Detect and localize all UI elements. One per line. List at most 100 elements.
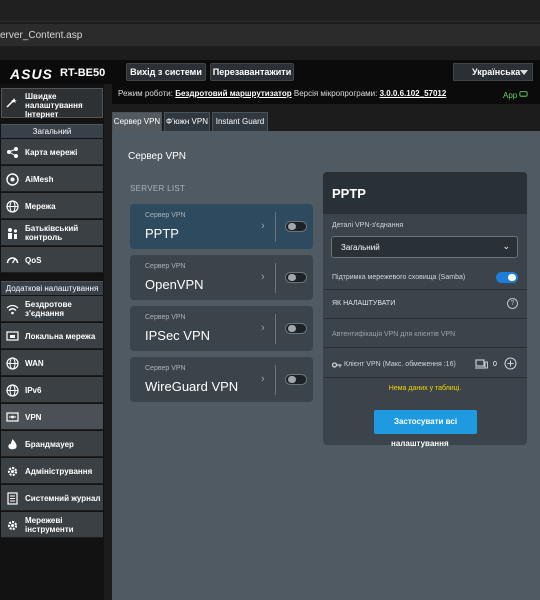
sidebar-item-aimesh[interactable]: AiMesh: [1, 166, 103, 192]
family-icon: [8, 228, 18, 239]
log-icon: [7, 492, 18, 505]
server-item-ipsec[interactable]: Сервер VPN IPSec VPN ›: [130, 306, 313, 351]
sidebar: Швидке налаштування Інтернет Загальний К…: [0, 84, 104, 600]
samba-label: Підтримка мережевого сховища (Samba): [332, 274, 466, 281]
wifi-icon: [6, 304, 19, 315]
sidebar-item-wan[interactable]: WAN: [1, 350, 103, 376]
server-toggle-ipsec[interactable]: [285, 323, 307, 334]
server-name: IPSec VPN: [145, 328, 211, 343]
browser-tab-strip: [0, 0, 540, 22]
lan-icon: [6, 331, 19, 341]
server-name: WireGuard VPN: [145, 379, 239, 394]
gauge-icon: [6, 257, 19, 264]
wan-globe-icon: [6, 357, 19, 370]
clients-label: Клієнт VPN (Макс. обмеження :16): [344, 361, 456, 368]
server-list-header: SERVER LIST: [130, 184, 186, 193]
server-item-openvpn[interactable]: Сервер VPN OpenVPN ›: [130, 255, 313, 300]
server-type-label: Сервер VPN: [145, 365, 186, 372]
conn-details-value: Загальний: [341, 243, 380, 252]
divider: [323, 289, 527, 290]
devices-icon: [475, 359, 488, 369]
server-item-pptp[interactable]: Сервер VPN PPTP ›: [130, 204, 313, 249]
clients-count: 0: [493, 361, 497, 368]
server-toggle-wireguard[interactable]: [285, 374, 307, 385]
sidebar-item-administration[interactable]: Адміністрування: [1, 458, 103, 484]
sidebar-item-firewall[interactable]: Брандмауер: [1, 431, 103, 457]
sidebar-item-network-tools[interactable]: Мережеві інструменти: [1, 512, 103, 538]
chevron-right-icon: ›: [261, 373, 265, 385]
server-name: OpenVPN: [145, 277, 204, 292]
page-title: Сервер VPN: [128, 151, 187, 162]
firmware-link[interactable]: 3.0.0.6.102_57012: [380, 89, 447, 98]
language-select[interactable]: Українська: [453, 63, 533, 81]
browser-gap: [0, 46, 540, 60]
sidebar-item-parental-control[interactable]: Батьківський контроль: [1, 220, 103, 246]
divider: [275, 263, 276, 293]
sidebar-item-label: Бездротове з'єднання: [25, 300, 72, 318]
router-header: ASUS RT-BE50 Вихід з системи Перезаванта…: [0, 60, 540, 84]
samba-toggle[interactable]: [496, 272, 518, 283]
divider: [275, 314, 276, 344]
divider: [323, 318, 527, 319]
help-icon[interactable]: ?: [507, 298, 518, 309]
server-item-wireguard[interactable]: Сервер VPN WireGuard VPN ›: [130, 357, 313, 402]
mode-link[interactable]: Бездротовий маршрутизатор: [175, 89, 291, 98]
general-section-header: Загальний: [1, 124, 103, 138]
server-name: PPTP: [145, 226, 179, 241]
status-bar: Режим роботи: Бездротовий маршрутизатор …: [112, 84, 540, 104]
chevron-down-icon: [520, 70, 528, 75]
apply-button-label-cont: налаштування: [391, 439, 449, 448]
vpn-icon: [6, 412, 19, 422]
add-circle-icon[interactable]: [504, 357, 517, 370]
main-panel: Сервер VPN SERVER LIST Сервер VPN PPTP ›…: [112, 131, 540, 600]
sidebar-item-label: Брандмауер: [25, 440, 74, 449]
sidebar-item-wireless[interactable]: Бездротове з'єднання: [1, 296, 103, 322]
sidebar-item-ipv6[interactable]: IPv6: [1, 377, 103, 403]
sidebar-item-system-log[interactable]: Системний журнал: [1, 485, 103, 511]
chevron-down-icon: ⌄: [502, 241, 510, 251]
sidebar-item-label: Системний журнал: [25, 494, 101, 503]
ipv6-globe-icon: [6, 384, 19, 397]
sidebar-item-qos[interactable]: QoS: [1, 247, 103, 273]
wand-icon: [6, 98, 17, 108]
tab-fusion-vpn[interactable]: Ф'южн VPN: [164, 112, 210, 131]
tab-instant-guard[interactable]: Instant Guard: [212, 112, 268, 131]
toggle-knob: [508, 274, 516, 281]
server-toggle-openvpn[interactable]: [285, 272, 307, 283]
sidebar-item-label: IPv6: [25, 386, 42, 395]
divider: [323, 347, 527, 348]
sidebar-item-lan[interactable]: Локальна мережа: [1, 323, 103, 349]
mode-label: Режим роботи:: [118, 89, 173, 98]
language-value: Українська: [472, 67, 521, 77]
sidebar-item-label: Мережа: [25, 202, 56, 211]
howto-link[interactable]: ЯК НАЛАШТУВАТИ: [332, 300, 395, 307]
sidebar-item-network[interactable]: Мережа: [1, 193, 103, 219]
toggle-knob: [288, 376, 296, 383]
sidebar-item-vpn[interactable]: VPN: [1, 404, 103, 430]
globe-icon: [6, 200, 19, 213]
key-icon: [332, 362, 342, 368]
sidebar-item-label: Батьківський контроль: [25, 224, 79, 242]
apply-all-button[interactable]: Застосувати всі: [374, 410, 477, 434]
tab-vpn-server[interactable]: Сервер VPN: [112, 112, 162, 131]
divider: [275, 212, 276, 242]
empty-table-message: Нема даних у таблиці.: [388, 385, 462, 392]
sidebar-item-label: AiMesh: [25, 175, 54, 184]
logout-button[interactable]: Вихід з системи: [126, 63, 206, 81]
conn-details-select[interactable]: Загальний ⌄: [331, 236, 518, 258]
sidebar-item-label: Адміністрування: [25, 467, 93, 476]
quick-setup-button[interactable]: Швидке налаштування Інтернет: [1, 88, 103, 119]
chevron-right-icon: ›: [261, 220, 265, 232]
sidebar-item-network-map[interactable]: Карта мережі: [1, 139, 103, 165]
server-toggle-pptp[interactable]: [285, 221, 307, 232]
app-badge[interactable]: App: [503, 89, 529, 100]
app-label: App: [503, 91, 518, 100]
divider: [275, 365, 276, 395]
address-bar[interactable]: erver_Content.asp: [0, 24, 540, 46]
chevron-right-icon: ›: [261, 271, 265, 283]
server-type-label: Сервер VPN: [145, 314, 186, 321]
server-type-label: Сервер VPN: [145, 212, 186, 219]
model-name: RT-BE50: [60, 67, 106, 79]
network-map-icon: [7, 147, 18, 158]
reboot-button[interactable]: Перезавантажити: [210, 63, 294, 81]
